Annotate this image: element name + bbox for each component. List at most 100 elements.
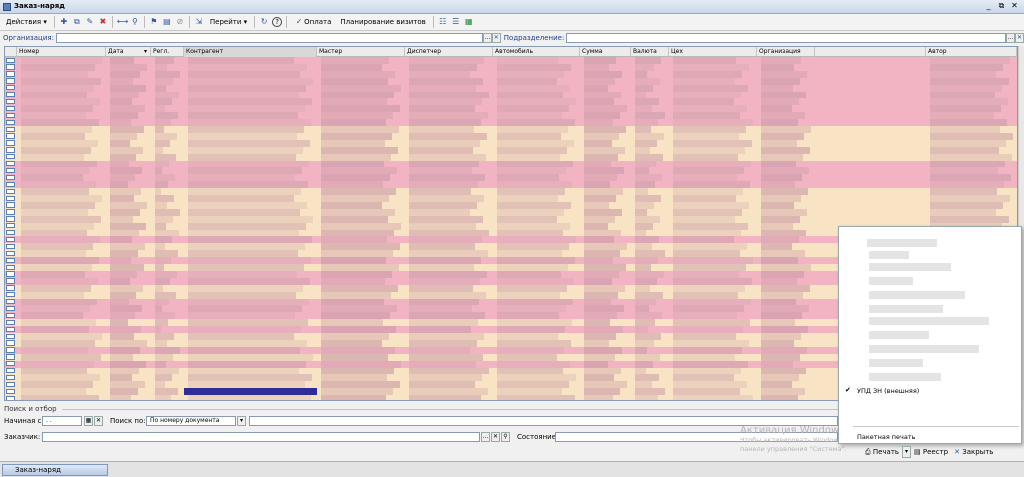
document-icon <box>6 250 15 257</box>
subdivision-clear-button[interactable]: ✕ <box>1015 33 1024 43</box>
window-controls: _ ⧉ ✕ <box>983 1 1020 11</box>
column-header-extra[interactable] <box>815 47 926 57</box>
redacted-cell <box>321 395 386 400</box>
document-icon <box>6 395 15 400</box>
filter-icon[interactable]: ⚑ <box>149 17 159 27</box>
start-date-input[interactable]: . . <box>42 416 82 426</box>
help-icon[interactable]: ? <box>272 17 283 27</box>
window-title: Заказ-наряд <box>14 2 65 10</box>
visits-planning-button[interactable]: Планирование визитов <box>337 18 428 26</box>
add-icon[interactable]: ✚ <box>59 17 69 27</box>
close-button[interactable]: ✕ Закрыть <box>951 446 996 458</box>
customer-search-icon[interactable]: ⚲ <box>501 432 510 442</box>
column-header-car[interactable]: Автомобиль <box>493 47 580 57</box>
document-icon <box>6 140 15 146</box>
redacted-menu-item[interactable] <box>869 373 941 381</box>
redacted-menu-item[interactable] <box>869 317 989 325</box>
print-menu-item-upd[interactable]: УПД ЗН (внешняя) <box>857 387 919 395</box>
document-icon <box>6 340 15 346</box>
subdivision-label: Подразделение: <box>503 34 565 42</box>
organization-select-button[interactable]: … <box>482 33 492 43</box>
document-icon <box>6 223 15 229</box>
redacted-menu-item[interactable] <box>867 239 937 247</box>
structure-icon[interactable]: ☷ <box>438 17 448 27</box>
document-icon <box>6 319 15 326</box>
chevron-down-icon[interactable]: ▾ <box>237 416 246 426</box>
search-icon[interactable]: ⚲ <box>130 17 140 27</box>
column-header-number[interactable]: Номер <box>17 47 106 57</box>
list-icon[interactable]: ☰ <box>451 17 461 27</box>
create-based-icon[interactable]: ⇲ <box>194 17 204 27</box>
redacted-cell <box>409 395 481 400</box>
goto-menu-button[interactable]: Перейти ▾ <box>207 18 250 26</box>
edit-icon[interactable]: ✎ <box>85 17 95 27</box>
grid-header: Номер Дата ▾ Регл. Контрагент Мастер Дис… <box>5 47 1017 57</box>
column-header-currency[interactable]: Валюта <box>631 47 669 57</box>
redacted-menu-item[interactable] <box>869 345 979 353</box>
column-header-organization[interactable]: Организация <box>757 47 815 57</box>
subdivision-select-button[interactable]: … <box>1006 33 1016 43</box>
interval-icon[interactable]: ⟷ <box>117 17 128 27</box>
document-icon <box>6 64 15 70</box>
document-icon <box>6 230 15 236</box>
main-window: Заказ-наряд _ ⧉ ✕ Действия ▾ ✚ ⧉ ✎ ✖ ⟷ ⚲… <box>0 0 1024 477</box>
actions-menu-button[interactable]: Действия ▾ <box>3 18 50 26</box>
registry-button[interactable]: ▤ Реестр <box>911 446 951 458</box>
restore-button[interactable]: ⧉ <box>996 1 1007 11</box>
redacted-menu-item[interactable] <box>869 305 943 313</box>
document-icon <box>6 119 15 125</box>
document-icon <box>6 167 15 174</box>
refresh-icon[interactable]: ↻ <box>259 17 269 27</box>
print-dropdown-chevron-icon[interactable]: ▾ <box>902 446 912 458</box>
column-header-master[interactable]: Мастер <box>317 47 405 57</box>
print-menu-item-batch[interactable]: Пакетная печать <box>857 433 915 441</box>
column-header-dispatcher[interactable]: Диспетчер <box>405 47 493 57</box>
search-by-select[interactable]: По номеру документа <box>146 416 236 426</box>
organization-field[interactable] <box>55 33 483 43</box>
start-date-clear-button[interactable]: ✕ <box>94 416 103 426</box>
document-icon <box>6 388 15 395</box>
close-window-button[interactable]: ✕ <box>1009 1 1020 11</box>
redacted-cell <box>673 395 753 400</box>
document-icon <box>6 305 15 312</box>
redacted-menu-item[interactable] <box>869 263 951 271</box>
subdivision-field[interactable] <box>566 33 1007 43</box>
document-icon <box>6 326 15 332</box>
redacted-menu-item[interactable] <box>869 331 929 339</box>
redacted-menu-item[interactable] <box>869 359 923 367</box>
search-by-label: Поиск по: <box>110 417 146 425</box>
close-icon: ✕ <box>954 448 960 456</box>
document-icon <box>6 71 15 77</box>
customer-input[interactable] <box>42 432 480 442</box>
excel-icon[interactable]: ▦ <box>464 17 474 27</box>
search-section-title: Поиск и отбор <box>4 405 57 413</box>
taskbar-tab-order[interactable]: Заказ-наряд <box>2 464 108 476</box>
column-header-sum[interactable]: Сумма <box>580 47 631 57</box>
document-icon <box>6 333 15 339</box>
sort-desc-icon: ▾ <box>143 48 147 55</box>
toolbar-separator <box>286 16 288 28</box>
filter-off-icon[interactable]: ⊘ <box>175 17 185 27</box>
copy-icon[interactable]: ⧉ <box>72 17 82 27</box>
goto-label: Перейти <box>209 18 242 26</box>
column-header-date[interactable]: Дата ▾ <box>106 47 151 57</box>
filter-list-icon[interactable]: ▤ <box>162 17 172 27</box>
organization-clear-button[interactable]: ✕ <box>491 33 501 43</box>
redacted-menu-item[interactable] <box>869 251 909 259</box>
document-icon <box>6 236 15 243</box>
delete-icon[interactable]: ✖ <box>98 17 108 27</box>
column-header-workshop[interactable]: Цех <box>669 47 757 57</box>
customer-clear-button[interactable]: ✕ <box>491 432 500 442</box>
bottom-buttons: ⎙ Печать ▾ ▤ Реестр ✕ Закрыть <box>862 446 996 458</box>
calendar-icon[interactable]: ▦ <box>84 416 93 426</box>
customer-select-button[interactable]: … <box>481 432 490 442</box>
column-header-counterparty[interactable]: Контрагент <box>184 47 317 57</box>
minimize-button[interactable]: _ <box>983 1 994 11</box>
column-header-author[interactable]: Автор <box>926 47 1017 57</box>
print-button[interactable]: ⎙ Печать <box>862 446 902 458</box>
print-icon: ⎙ <box>865 448 871 456</box>
redacted-menu-item[interactable] <box>869 291 965 299</box>
payment-button[interactable]: ✓ Оплата <box>291 17 334 27</box>
redacted-menu-item[interactable] <box>869 277 913 285</box>
column-header-regl[interactable]: Регл. <box>151 47 184 57</box>
